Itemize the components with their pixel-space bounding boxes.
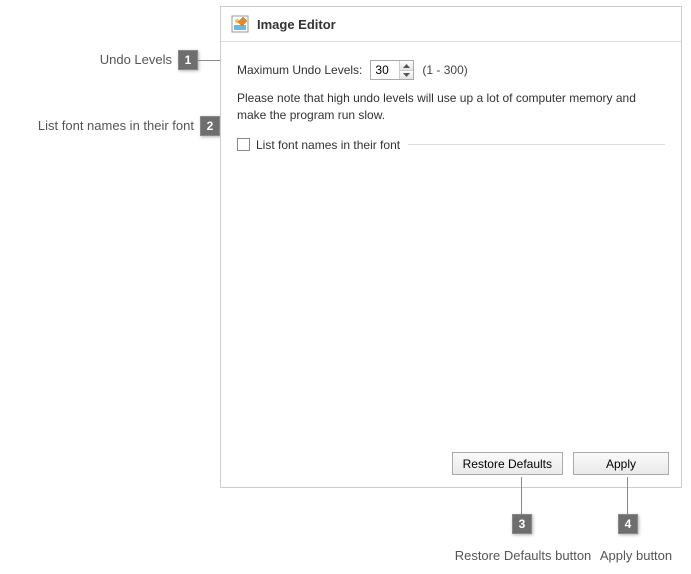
undo-levels-label: Maximum Undo Levels: — [237, 63, 362, 77]
callout-badge-3: 3 — [512, 514, 532, 534]
panel-title: Image Editor — [257, 17, 336, 32]
image-editor-panel: Image Editor Maximum Undo Levels: (1 - 3… — [220, 6, 682, 488]
callout-badge-2: 2 — [200, 116, 220, 136]
callout-label-4: Apply button — [596, 548, 676, 563]
list-font-names-checkbox[interactable] — [237, 138, 250, 151]
panel-header: Image Editor — [221, 7, 681, 42]
undo-levels-spinner[interactable] — [370, 60, 414, 80]
spinner-up-button[interactable] — [400, 61, 413, 70]
callout-badge-1: 1 — [178, 50, 198, 70]
callout-label-3: Restore Defaults button — [450, 548, 596, 563]
spinner-down-button[interactable] — [400, 70, 413, 79]
callout-label-2: List font names in their font — [0, 118, 194, 133]
panel-footer: Restore Defaults Apply — [452, 452, 669, 475]
callout-leader-3 — [521, 477, 522, 514]
spinner-buttons — [399, 61, 413, 79]
callout-leader-4 — [627, 477, 628, 514]
undo-levels-row: Maximum Undo Levels: (1 - 300) — [237, 60, 665, 80]
section-divider — [408, 144, 665, 145]
image-editor-icon — [231, 15, 249, 33]
panel-body: Maximum Undo Levels: (1 - 300) Please no… — [221, 42, 681, 152]
undo-levels-input[interactable] — [371, 61, 399, 79]
apply-button[interactable]: Apply — [573, 452, 669, 475]
list-font-names-label: List font names in their font — [256, 138, 400, 152]
list-font-names-row: List font names in their font — [237, 138, 665, 152]
callout-badge-4: 4 — [618, 514, 638, 534]
callout-label-1: Undo Levels — [0, 52, 172, 67]
restore-defaults-button[interactable]: Restore Defaults — [452, 452, 563, 475]
undo-levels-range: (1 - 300) — [422, 63, 467, 77]
undo-levels-note: Please note that high undo levels will u… — [237, 90, 665, 124]
